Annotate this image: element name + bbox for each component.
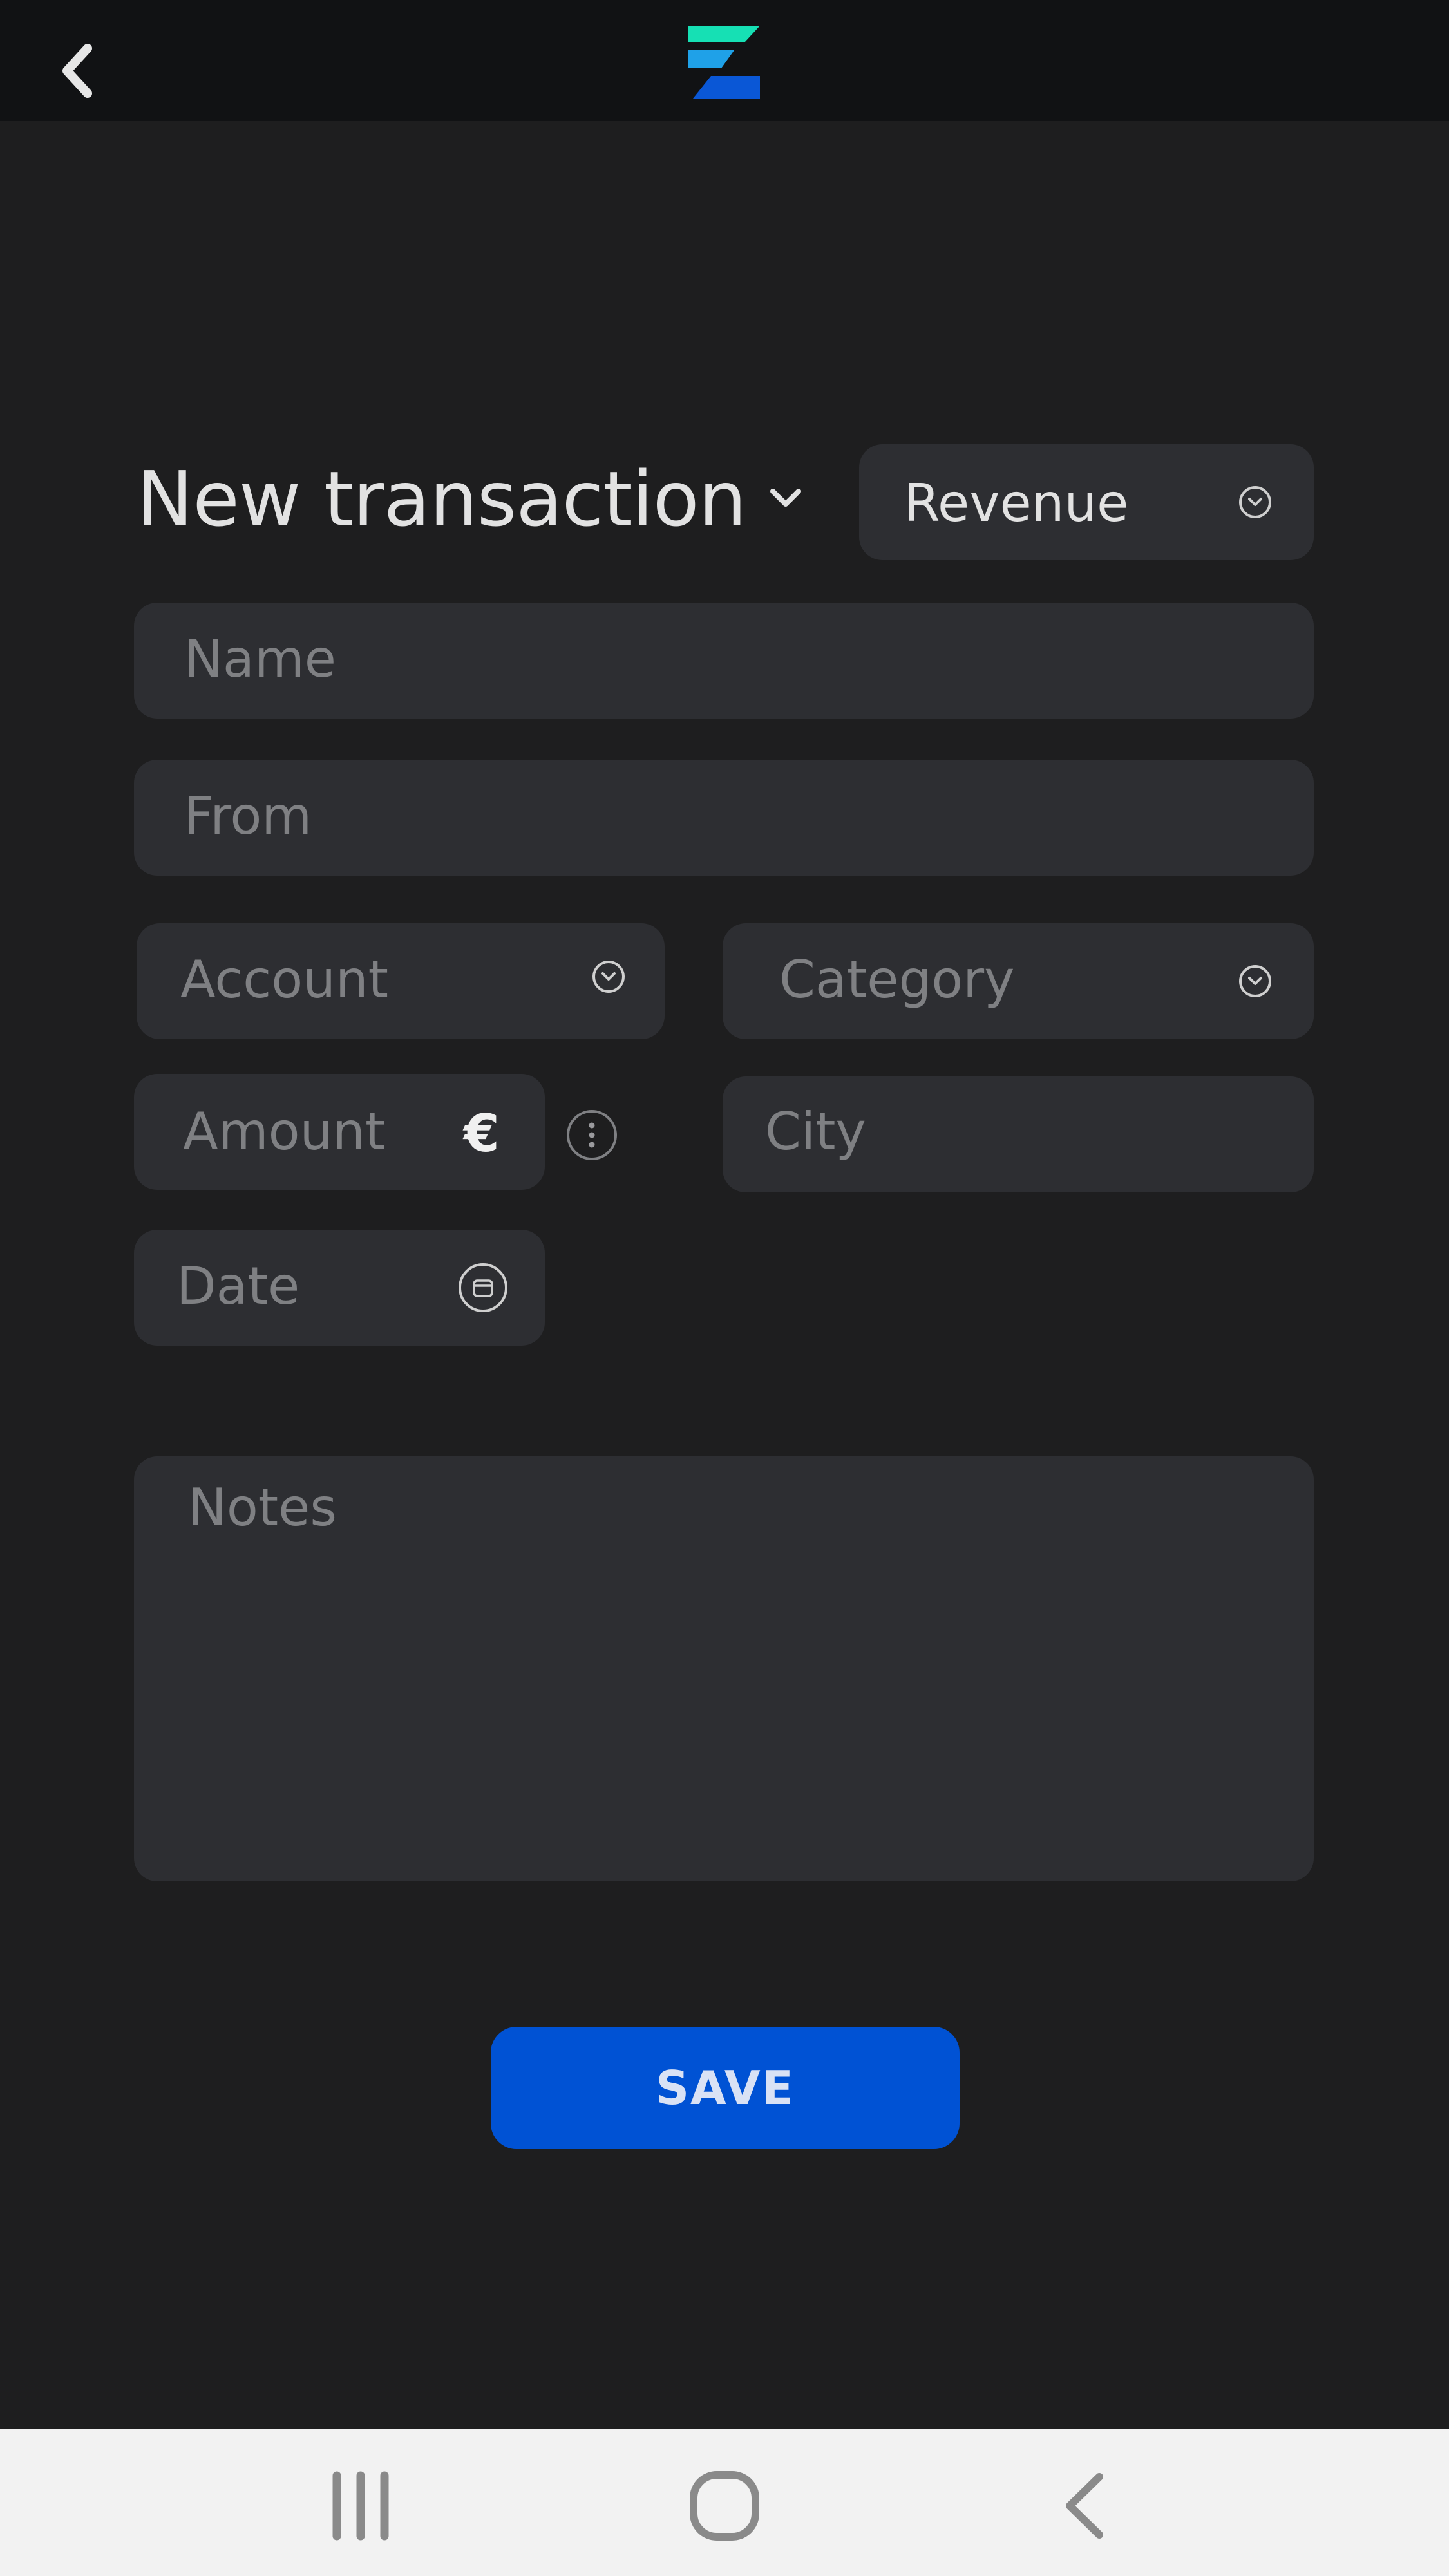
category-placeholder: Category bbox=[779, 950, 1015, 1010]
recents-icon bbox=[332, 2471, 389, 2541]
amount-placeholder: Amount bbox=[183, 1102, 386, 1161]
notes-textarea[interactable]: Notes bbox=[134, 1456, 1314, 1881]
euro-currency-icon: € bbox=[464, 1104, 500, 1163]
city-input[interactable]: City bbox=[723, 1076, 1314, 1192]
system-navigation-bar bbox=[0, 2429, 1449, 2576]
back-icon bbox=[1066, 2473, 1103, 2539]
chevron-down-circle-icon bbox=[1239, 965, 1271, 997]
save-button[interactable]: SAVE bbox=[491, 2027, 960, 2149]
home-button[interactable] bbox=[683, 2467, 766, 2544]
app-logo bbox=[688, 26, 760, 99]
top-app-bar bbox=[0, 0, 1449, 121]
date-placeholder: Date bbox=[176, 1256, 300, 1316]
recents-button[interactable] bbox=[316, 2467, 406, 2544]
account-placeholder: Account bbox=[180, 950, 389, 1010]
system-back-button[interactable] bbox=[1050, 2467, 1121, 2544]
from-placeholder: From bbox=[184, 786, 312, 846]
chevron-down-circle-icon bbox=[592, 961, 625, 993]
chevron-down-icon bbox=[768, 486, 804, 512]
date-input[interactable]: Date bbox=[134, 1230, 545, 1346]
from-input[interactable]: From bbox=[134, 760, 1314, 876]
account-select[interactable]: Account bbox=[137, 923, 665, 1039]
notes-placeholder: Notes bbox=[188, 1478, 337, 1537]
chevron-down-circle-icon bbox=[1239, 486, 1271, 518]
amount-input[interactable]: Amount € bbox=[134, 1074, 545, 1190]
page-title: New transaction bbox=[137, 455, 746, 543]
back-button[interactable] bbox=[52, 39, 103, 103]
calendar-icon[interactable] bbox=[459, 1263, 507, 1312]
info-icon[interactable] bbox=[567, 1110, 617, 1160]
transaction-type-value: Revenue bbox=[904, 473, 1129, 533]
city-placeholder: City bbox=[765, 1102, 866, 1161]
name-input[interactable]: Name bbox=[134, 603, 1314, 719]
category-select[interactable]: Category bbox=[723, 923, 1314, 1039]
chevron-left-icon bbox=[62, 44, 92, 98]
home-icon bbox=[690, 2471, 759, 2541]
name-placeholder: Name bbox=[184, 629, 337, 689]
transaction-type-select[interactable]: Revenue bbox=[859, 444, 1314, 560]
transaction-title-dropdown[interactable]: New transaction bbox=[137, 451, 804, 547]
